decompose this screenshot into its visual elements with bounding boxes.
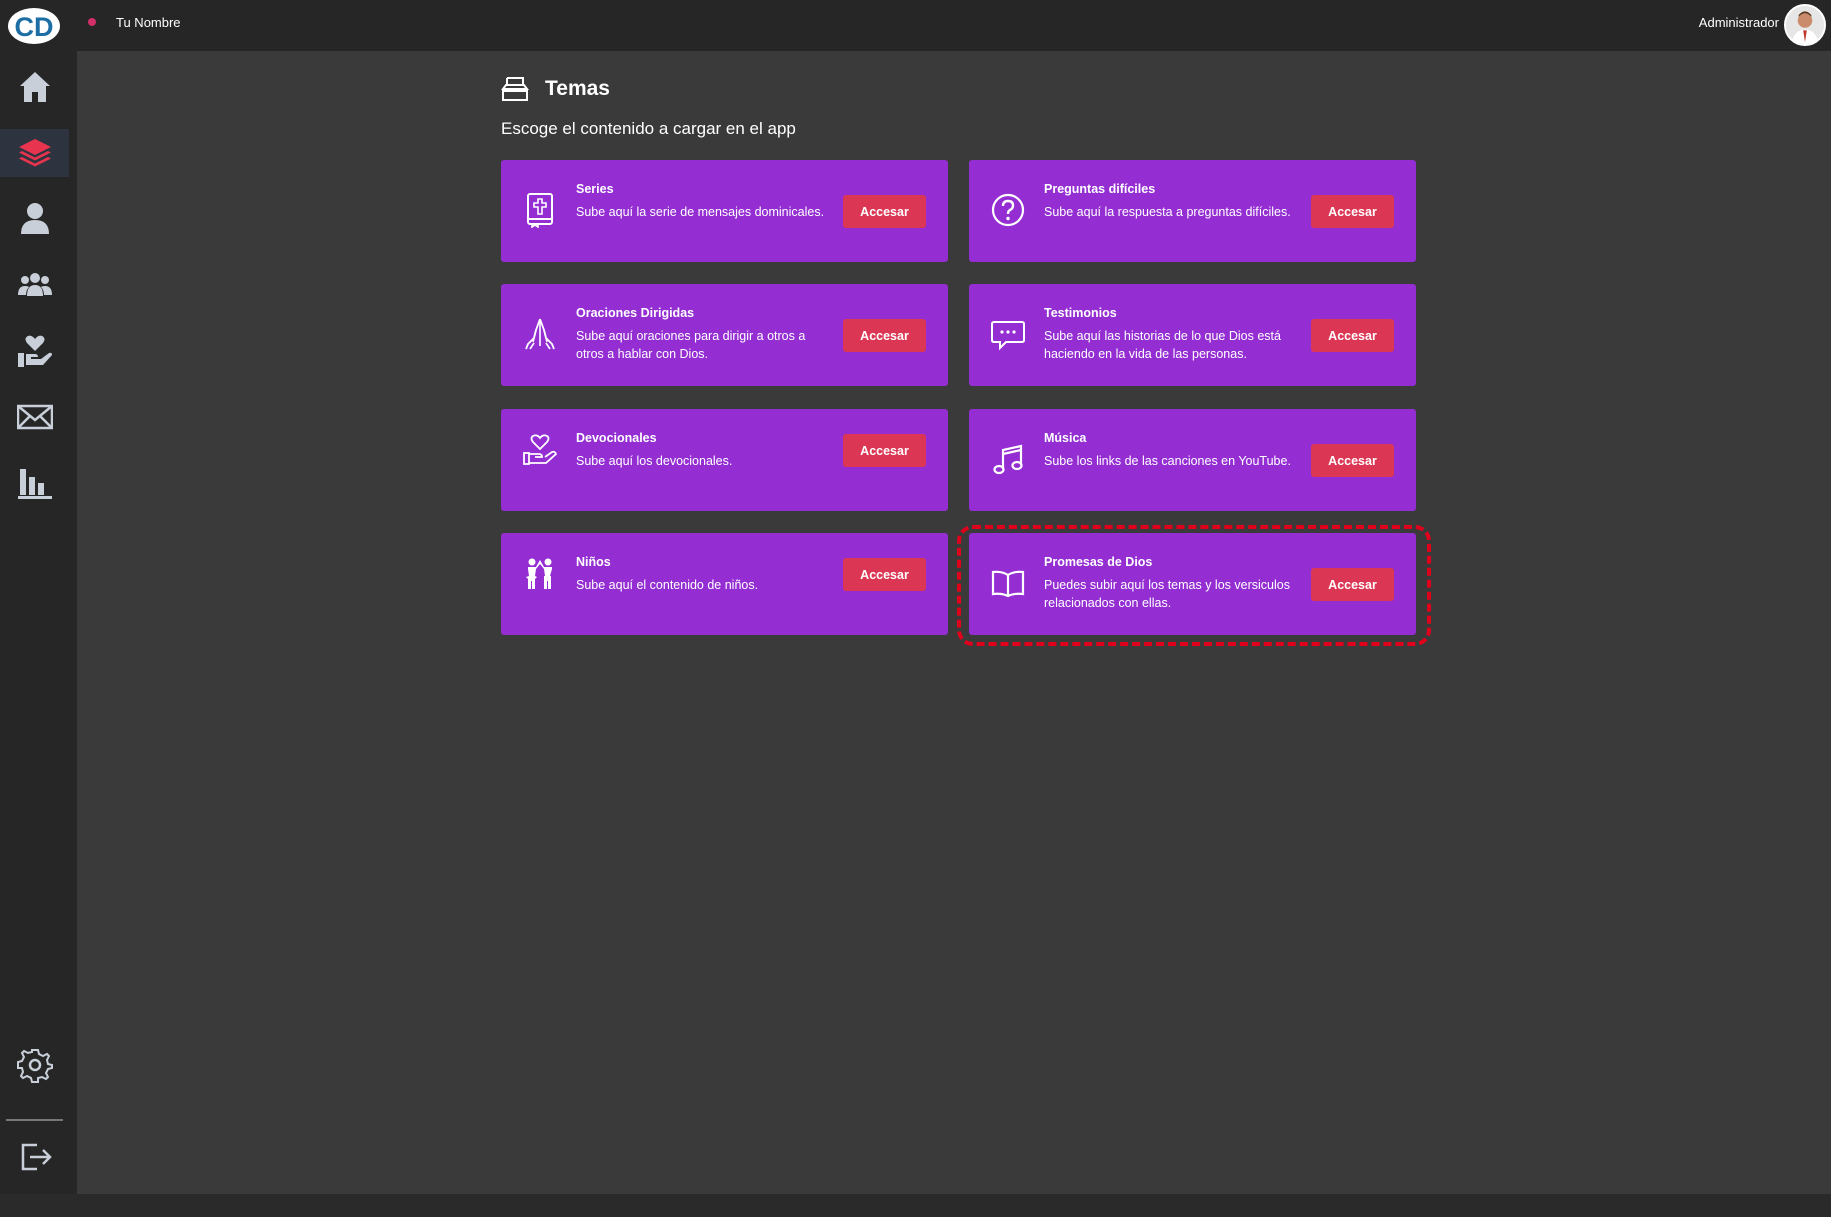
sidebar-divider — [6, 1119, 63, 1121]
sidebar-item-groups[interactable] — [0, 260, 69, 308]
sidebar-item-messages[interactable] — [0, 393, 69, 441]
card-description: Sube aquí los devocionales. — [576, 454, 733, 468]
mail-icon — [16, 404, 53, 430]
card-title: Preguntas difíciles — [1044, 182, 1156, 196]
bottom-strip — [0, 1194, 1831, 1217]
card-title: Música — [1044, 431, 1087, 445]
logout-icon — [21, 1143, 52, 1171]
home-icon — [19, 72, 50, 102]
card-oraciones-dirigidas[interactable]: Oraciones Dirigidas Sube aquí oraciones … — [501, 284, 948, 386]
question-circle-icon — [991, 193, 1025, 227]
card-ninos[interactable]: Niños Sube aquí el contenido de niños. A… — [501, 533, 948, 635]
page-subtitle: Escoge el contenido a cargar en el app — [501, 119, 796, 138]
card-musica[interactable]: Música Sube los links de las canciones e… — [969, 409, 1416, 511]
highlight-dashed-outline — [957, 525, 1431, 646]
praying-hands-icon — [525, 318, 555, 350]
card-description: Sube los links de las canciones en YouTu… — [1044, 454, 1291, 468]
chat-bubble-icon — [991, 321, 1025, 351]
app-logo[interactable]: CD — [6, 5, 62, 47]
card-series[interactable]: Series Sube aquí la serie de mensajes do… — [501, 160, 948, 262]
status-dot — [88, 18, 96, 26]
card-description: Sube aquí las historias de lo que Dios e… — [1044, 329, 1281, 361]
page-title: Temas — [545, 77, 610, 100]
card-title: Devocionales — [576, 431, 657, 445]
accesar-button[interactable]: Accesar — [1311, 444, 1394, 477]
music-note-icon — [993, 444, 1023, 475]
children-icon — [526, 558, 552, 589]
users-group-icon — [17, 273, 52, 296]
card-testimonios[interactable]: Testimonios Sube aquí las historias de l… — [969, 284, 1416, 386]
avatar[interactable] — [1784, 4, 1826, 46]
card-preguntas-dificiles[interactable]: Preguntas difíciles Sube aquí la respues… — [969, 160, 1416, 262]
role-label[interactable]: Administrador — [1699, 15, 1779, 30]
user-icon — [20, 203, 49, 234]
sidebar — [0, 51, 77, 1194]
accesar-button[interactable]: Accesar — [843, 319, 926, 352]
sidebar-item-user[interactable] — [0, 194, 69, 242]
inbox-tray-icon — [501, 77, 529, 101]
page-header: Temas — [501, 75, 610, 103]
sidebar-item-home[interactable] — [0, 63, 69, 111]
accesar-button[interactable]: Accesar — [843, 195, 926, 228]
heart-hand-icon — [523, 434, 558, 465]
sidebar-item-stats[interactable] — [0, 459, 69, 507]
sidebar-item-logout[interactable] — [0, 1133, 69, 1181]
accesar-button[interactable]: Accesar — [1311, 319, 1394, 352]
card-description: Sube aquí oraciones para dirigir a otros… — [576, 329, 806, 361]
sidebar-item-settings[interactable] — [0, 1041, 69, 1089]
heart-hand-icon — [17, 335, 52, 367]
card-title: Niños — [576, 555, 611, 569]
sidebar-item-temas[interactable] — [0, 129, 69, 177]
card-description: Sube aquí la serie de mensajes dominical… — [576, 205, 825, 219]
card-title: Oraciones Dirigidas — [576, 306, 695, 320]
sidebar-item-donations[interactable] — [0, 327, 69, 375]
card-description: Sube aquí la respuesta a preguntas difíc… — [1044, 205, 1291, 219]
accesar-button[interactable]: Accesar — [843, 558, 926, 591]
bar-chart-icon — [17, 469, 52, 499]
card-title: Series — [576, 182, 614, 196]
card-title: Testimonios — [1044, 306, 1117, 320]
accesar-button[interactable]: Accesar — [1311, 195, 1394, 228]
top-bar: CD Tu Nombre Administrador — [0, 0, 1831, 51]
gear-icon — [16, 1049, 53, 1083]
accesar-button[interactable]: Accesar — [843, 434, 926, 467]
bible-icon — [527, 193, 553, 228]
layers-icon — [18, 139, 51, 167]
card-description: Sube aquí el contenido de niños. — [576, 578, 759, 592]
card-devocionales[interactable]: Devocionales Sube aquí los devocionales.… — [501, 409, 948, 511]
logo-text: CD — [15, 12, 54, 42]
user-name[interactable]: Tu Nombre — [116, 15, 181, 30]
